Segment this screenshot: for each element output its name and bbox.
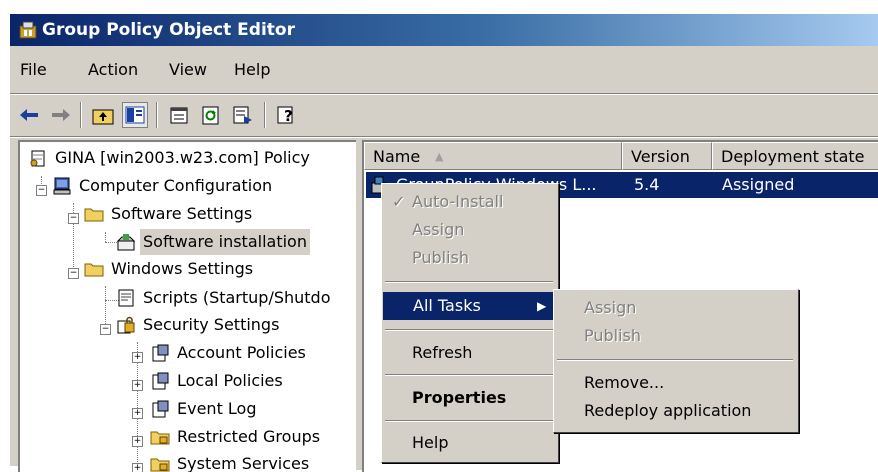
all-tasks-submenu: Assign Publish Remove... Redeploy applic… <box>553 289 799 433</box>
policy-folder-icon <box>152 344 169 362</box>
title-bar: Group Policy Object Editor <box>10 14 878 46</box>
gpedit-icon <box>19 21 37 39</box>
checkmark-icon: ✓ <box>392 192 406 211</box>
window-title: Group Policy Object Editor <box>42 20 295 40</box>
properties-icon[interactable] <box>166 102 192 128</box>
menu-item-help[interactable]: Help <box>382 429 558 457</box>
collapse-icon[interactable]: − <box>68 268 79 279</box>
locked-folder-icon <box>150 431 170 445</box>
collapse-icon[interactable]: − <box>36 185 47 196</box>
expand-icon[interactable]: + <box>132 463 143 472</box>
export-list-icon[interactable] <box>230 102 256 128</box>
menu-action[interactable]: Action <box>88 60 138 79</box>
menu-help[interactable]: Help <box>234 60 270 79</box>
submenu-item-redeploy[interactable]: Redeploy application <box>554 397 798 425</box>
policy-folder-icon <box>152 372 169 390</box>
collapse-icon[interactable]: − <box>100 324 111 335</box>
help-icon[interactable]: ? <box>274 102 300 128</box>
collapse-icon[interactable]: − <box>68 213 79 224</box>
menu-separator <box>385 420 553 422</box>
menu-item-publish[interactable]: Publish <box>382 244 558 272</box>
toolbar-separator <box>264 102 266 128</box>
menu-divider <box>10 93 878 95</box>
column-header-version[interactable]: Version <box>622 142 712 170</box>
menu-separator <box>557 359 793 361</box>
toolbar-divider <box>10 136 878 138</box>
toolbar: ? <box>10 96 878 136</box>
menu-item-all-tasks[interactable]: All Tasks ▶ <box>383 292 557 320</box>
expand-icon[interactable]: + <box>132 380 143 391</box>
menu-separator <box>385 374 553 376</box>
context-menu: ✓ Auto-Install Assign Publish All Tasks … <box>381 183 559 463</box>
expand-icon[interactable]: + <box>132 408 143 419</box>
row-version: 5.4 <box>634 175 660 194</box>
menu-item-auto-install[interactable]: ✓ Auto-Install <box>382 188 558 216</box>
menu-view[interactable]: View <box>169 60 207 79</box>
submenu-arrow-icon: ▶ <box>537 299 547 313</box>
menu-item-properties[interactable]: Properties <box>382 384 558 412</box>
column-header-deployment-state[interactable]: Deployment state <box>712 142 878 170</box>
submenu-item-publish[interactable]: Publish <box>554 322 798 350</box>
folder-icon <box>84 208 104 222</box>
locked-folder-icon <box>150 458 170 472</box>
svg-text:?: ? <box>284 107 293 125</box>
security-icon <box>117 316 135 334</box>
folder-icon <box>84 263 104 277</box>
forward-icon[interactable] <box>48 102 74 128</box>
menu-item-assign[interactable]: Assign <box>382 216 558 244</box>
up-folder-icon[interactable] <box>90 102 116 128</box>
computer-icon <box>53 177 71 195</box>
policy-scroll-icon <box>30 150 45 167</box>
column-header-name[interactable]: Name ▲ <box>364 142 622 170</box>
toolbar-separator <box>80 102 82 128</box>
show-hide-tree-icon[interactable] <box>122 102 148 128</box>
back-icon[interactable] <box>16 102 42 128</box>
tree-pane: GINA [win2003.w23.com] Policy − Computer… <box>18 140 356 472</box>
expand-icon[interactable]: + <box>132 352 143 363</box>
submenu-item-assign[interactable]: Assign <box>554 294 798 322</box>
menu-separator <box>385 329 553 331</box>
software-installation-icon <box>116 234 136 251</box>
expand-icon[interactable]: + <box>132 436 143 447</box>
sort-ascending-icon: ▲ <box>435 150 444 163</box>
refresh-icon[interactable] <box>198 102 224 128</box>
scripts-icon <box>118 289 134 307</box>
policy-folder-icon <box>152 400 169 418</box>
menu-file[interactable]: File <box>20 60 47 79</box>
row-deployment-state: Assigned <box>722 175 795 194</box>
menu-item-refresh[interactable]: Refresh <box>382 339 558 367</box>
toolbar-separator <box>156 102 158 128</box>
menu-separator <box>385 281 553 283</box>
menu-bar: File Action View Help <box>10 50 878 94</box>
submenu-item-remove[interactable]: Remove... <box>554 369 798 397</box>
